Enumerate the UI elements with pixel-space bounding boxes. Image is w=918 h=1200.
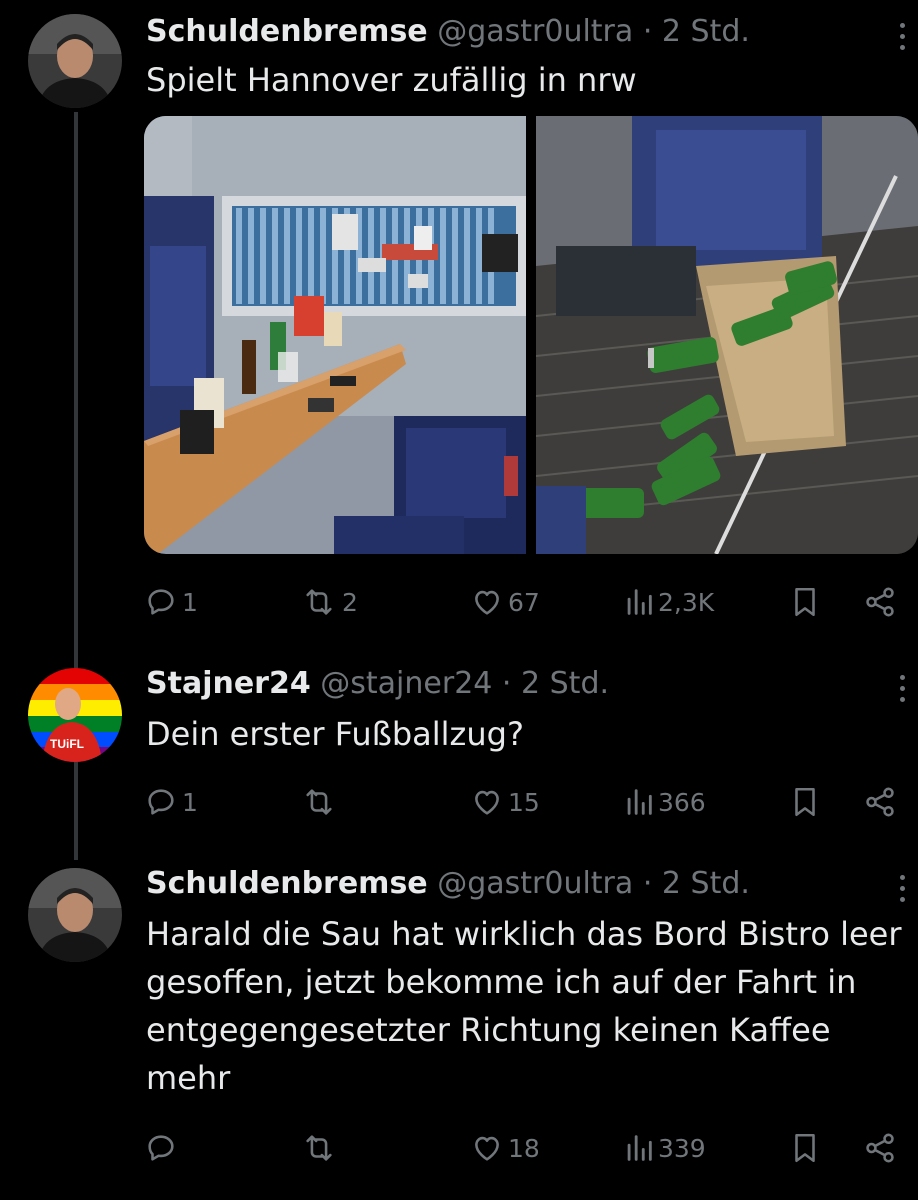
reply-count: 1 (182, 787, 198, 817)
like-count: 18 (508, 1133, 540, 1163)
author-handle[interactable]: @stajner24 (320, 666, 492, 701)
repost-button[interactable]: 2 (300, 580, 358, 624)
repost-button[interactable] (300, 1126, 342, 1170)
author-handle[interactable]: @gastr0ultra (437, 866, 633, 901)
tweet-text: Dein erster Fußballzug? (146, 715, 524, 753)
like-button[interactable]: 15 (470, 780, 540, 824)
views-icon (627, 789, 652, 815)
bookmark-icon (795, 587, 815, 617)
more-icon[interactable] (894, 670, 910, 710)
separator-dot: · (501, 666, 512, 701)
tweet-actions: 1 2 67 2,3K (144, 580, 918, 624)
views-icon (627, 1135, 652, 1161)
reply-icon (148, 1135, 174, 1161)
bookmark-icon (795, 787, 815, 817)
like-count: 67 (508, 587, 540, 617)
share-button[interactable] (862, 580, 898, 624)
bookmark-icon (795, 1133, 815, 1163)
reply-button[interactable]: 1 (144, 780, 198, 824)
share-icon (866, 1133, 894, 1163)
repost-icon (306, 589, 332, 615)
share-icon (866, 787, 894, 817)
share-icon (866, 587, 894, 617)
photo-beer-cans[interactable] (536, 116, 918, 554)
thread-page: Schuldenbremse @gastr0ultra · 2 Std. Spi… (0, 0, 918, 1200)
author-name[interactable]: Stajner24 (146, 666, 311, 701)
timestamp[interactable]: 2 Std. (662, 866, 750, 901)
reply-icon (148, 589, 174, 615)
views-count: 339 (658, 1133, 706, 1163)
views-count: 2,3K (658, 587, 715, 617)
timestamp[interactable]: 2 Std. (521, 666, 609, 701)
like-icon (475, 790, 499, 815)
more-icon[interactable] (894, 870, 910, 910)
tweet-text: Harald die Sau hat wirklich das Bord Bis… (146, 915, 902, 1097)
views-count: 366 (658, 787, 706, 817)
views-button[interactable]: 2,3K (624, 580, 714, 624)
bookmark-button[interactable] (788, 1126, 822, 1170)
share-button[interactable] (862, 780, 898, 824)
svg-text:TUiFL: TUiFL (50, 737, 84, 751)
repost-button[interactable] (300, 780, 342, 824)
author-name[interactable]: Schuldenbremse (146, 14, 428, 49)
avatar[interactable] (28, 14, 122, 108)
tweet-actions: 1 15 366 (144, 780, 918, 824)
tweet-header: Stajner24 @stajner24 · 2 Std. (146, 666, 609, 702)
photo-train-table[interactable] (144, 116, 526, 554)
bookmark-button[interactable] (788, 780, 822, 824)
like-count: 15 (508, 787, 540, 817)
more-icon[interactable] (894, 18, 910, 58)
like-button[interactable]: 67 (470, 580, 540, 624)
repost-count: 2 (342, 587, 358, 617)
reply-count: 1 (182, 587, 198, 617)
author-name[interactable]: Schuldenbremse (146, 866, 428, 901)
tweet-header: Schuldenbremse @gastr0ultra · 2 Std. (146, 14, 750, 50)
tweet-header: Schuldenbremse @gastr0ultra · 2 Std. (146, 866, 750, 902)
bookmark-button[interactable] (788, 580, 822, 624)
reply-button[interactable] (144, 1126, 182, 1170)
views-button[interactable]: 366 (624, 780, 706, 824)
like-icon (475, 1136, 499, 1161)
timestamp[interactable]: 2 Std. (662, 14, 750, 49)
reply-icon (148, 789, 174, 815)
repost-icon (306, 789, 332, 815)
repost-icon (306, 1135, 332, 1161)
tweet-actions: 18 339 (144, 1126, 918, 1170)
separator-dot: · (642, 14, 653, 49)
separator-dot: · (642, 866, 653, 901)
author-handle[interactable]: @gastr0ultra (437, 14, 633, 49)
like-icon (475, 590, 499, 615)
views-button[interactable]: 339 (624, 1126, 706, 1170)
reply-button[interactable]: 1 (144, 580, 198, 624)
like-button[interactable]: 18 (470, 1126, 540, 1170)
tweet-media[interactable] (144, 116, 918, 554)
avatar[interactable]: TUiFL (28, 668, 122, 762)
avatar[interactable] (28, 868, 122, 962)
tweet-text: Spielt Hannover zufällig in nrw (146, 61, 637, 99)
views-icon (627, 589, 652, 615)
share-button[interactable] (862, 1126, 898, 1170)
